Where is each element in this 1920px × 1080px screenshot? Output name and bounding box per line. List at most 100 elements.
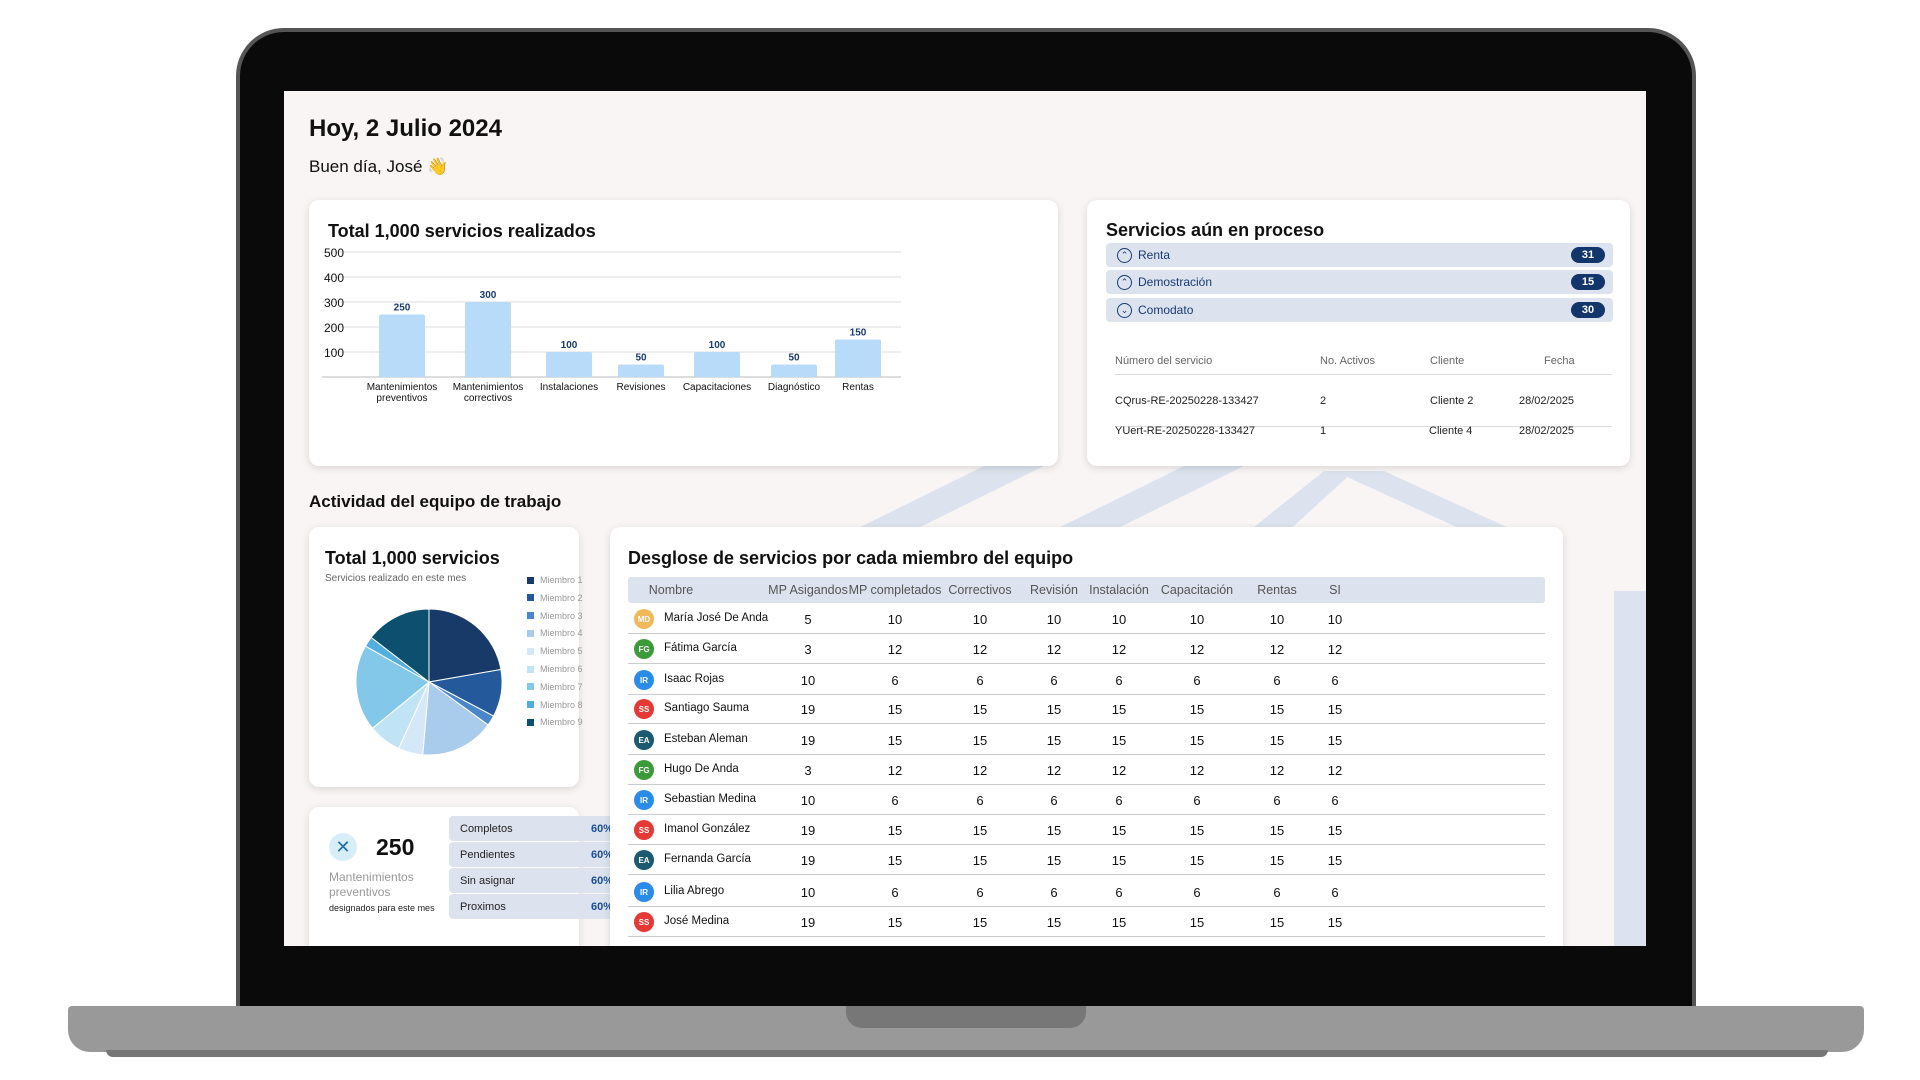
page-title: Hoy, 2 Julio 2024 — [309, 115, 502, 142]
col-header[interactable]: Capacitación — [1161, 583, 1233, 597]
table-cell: 15 — [1046, 733, 1062, 748]
table-row[interactable]: SS Santiago Sauma 19 15 15 15 15 15 15 15 — [628, 694, 1545, 724]
maintenance-stats-card: ✕ 250 Mantenimientos preventivos designa… — [309, 807, 625, 946]
col-header[interactable]: Nombre — [649, 583, 693, 597]
count-badge: 30 — [1571, 302, 1605, 318]
table-cell: 6 — [891, 885, 899, 900]
services-bar-chart: 100200300400500250Mantenimientospreventi… — [322, 246, 901, 404]
table-cell: 15 — [1046, 823, 1062, 838]
table-cell: 5 — [804, 612, 812, 627]
bar[interactable] — [379, 314, 425, 378]
table-cell: 15 — [887, 823, 903, 838]
process-category-2[interactable]: ⌃ Demostración 15 — [1106, 270, 1613, 294]
table-row[interactable]: FG Hugo De Anda 3 12 12 12 12 12 12 12 — [628, 755, 1545, 785]
bar[interactable] — [546, 352, 592, 377]
table-row[interactable]: IR Lilia Abrego 10 6 6 6 6 6 6 6 — [628, 877, 1545, 907]
process-col-number: Número del servicio — [1115, 355, 1213, 367]
table-cell: 15 — [1269, 915, 1285, 930]
table-cell: 15 — [1327, 915, 1343, 930]
table-cell: 15 — [972, 733, 988, 748]
col-header[interactable]: Instalación — [1089, 583, 1149, 597]
legend-swatch — [527, 576, 534, 584]
table-cell: 15 — [1189, 702, 1205, 717]
x-tick-label: correctivos — [464, 393, 512, 404]
table-row[interactable]: MD María José De Anda 5 10 10 10 10 10 10 10 — [628, 604, 1545, 634]
legend-item: Miembro 2 — [527, 593, 583, 603]
service-date: 28/02/2025 — [1519, 395, 1575, 407]
status-pill[interactable]: Completos 60% — [449, 816, 625, 841]
y-tick-label: 400 — [324, 271, 344, 285]
stat-label: Mantenimientos preventivos — [329, 870, 414, 899]
table-cell: 6 — [891, 793, 899, 808]
table-cell: 15 — [1327, 702, 1343, 717]
table-row[interactable]: EA Esteban Aleman 19 15 15 15 15 15 15 15 — [628, 725, 1545, 755]
table-cell: 6 — [1050, 793, 1058, 808]
avatar: SS — [634, 699, 654, 719]
table-row[interactable]: IR Isaac Rojas 10 6 6 6 6 6 6 6 — [628, 665, 1545, 695]
table-row[interactable]: SS José Medina 19 15 15 15 15 15 15 15 — [628, 907, 1545, 937]
table-cell: 15 — [1046, 915, 1062, 930]
table-cell: 15 — [1269, 853, 1285, 868]
bar[interactable] — [465, 302, 511, 377]
table-cell: 15 — [887, 853, 903, 868]
table-cell: 12 — [887, 763, 903, 778]
table-cell: 15 — [1327, 853, 1343, 868]
table-cell: 12 — [1046, 642, 1062, 657]
table-cell: 15 — [972, 853, 988, 868]
client-name: Cliente 4 — [1429, 425, 1473, 437]
client-name: Cliente 2 — [1430, 395, 1474, 407]
status-pill[interactable]: Sin asignar 60% — [449, 868, 625, 893]
avatar: SS — [634, 912, 654, 932]
process-category-3[interactable]: ⌄ Comodato 30 — [1106, 298, 1613, 322]
bar[interactable] — [694, 352, 740, 377]
legend-item: Miembro 5 — [527, 646, 583, 656]
chevron-icon[interactable]: ⌃ — [1117, 247, 1132, 263]
x-tick-label: Diagnóstico — [768, 382, 821, 393]
col-header[interactable]: Revisión — [1030, 583, 1078, 597]
process-category-1[interactable]: ⌃ Renta 31 — [1106, 243, 1613, 267]
table-cell: 10 — [800, 673, 816, 688]
table-cell: 15 — [1111, 853, 1127, 868]
tools-icon: ✕ — [329, 833, 357, 861]
pill-label: Sin asignar — [460, 874, 516, 887]
legend-swatch — [527, 683, 534, 691]
status-pill[interactable]: Proximos 60% — [449, 894, 625, 919]
member-name: Lilia Abrego — [664, 885, 725, 897]
bar[interactable] — [618, 364, 664, 378]
table-cell: 12 — [1189, 642, 1205, 657]
table-cell: 15 — [1189, 915, 1205, 930]
bar-data-label: 300 — [480, 290, 497, 301]
col-header[interactable]: MP Asigandos — [768, 583, 848, 597]
y-tick-label: 100 — [324, 346, 344, 360]
col-header[interactable]: Rentas — [1257, 583, 1297, 597]
table-cell: 12 — [1111, 763, 1127, 778]
table-row[interactable]: EA Fernanda García 19 15 15 15 15 15 15 15 — [628, 845, 1545, 875]
process-category-label: Demostración — [1138, 275, 1213, 289]
chevron-icon[interactable]: ⌃ — [1117, 274, 1132, 290]
table-row[interactable]: FG Fátima García 3 12 12 12 12 12 12 12 — [628, 634, 1545, 664]
bar[interactable] — [835, 339, 881, 378]
bar[interactable] — [771, 364, 817, 378]
y-tick-label: 500 — [324, 246, 344, 260]
table-cell: 19 — [800, 823, 816, 838]
x-tick-label: preventivos — [376, 393, 427, 404]
table-cell: 6 — [1115, 793, 1123, 808]
table-cell: 15 — [972, 702, 988, 717]
member-name: Sebastian Medina — [664, 793, 757, 805]
table-cell: 12 — [1269, 763, 1285, 778]
stat-number: 250 — [376, 834, 415, 860]
col-header[interactable]: SI — [1329, 583, 1341, 597]
services-bar-card: Total 1,000 servicios realizados 100 200 3… — [309, 200, 1058, 466]
chevron-icon[interactable]: ⌄ — [1117, 302, 1132, 318]
table-row[interactable]: SS Imanol González 19 15 15 15 15 15 15 15 — [628, 815, 1545, 845]
table-row[interactable]: IR Sebastian Medina 10 6 6 6 6 6 6 6 — [628, 785, 1545, 815]
process-card: Servicios aún en proceso ⌃ Renta 31 ⌃ Demost… — [1087, 200, 1630, 466]
table-cell: 3 — [804, 642, 812, 657]
legend-label: Miembro 1 — [540, 575, 583, 585]
table-cell: 12 — [972, 642, 988, 657]
table-cell: 10 — [1046, 612, 1062, 627]
status-pill[interactable]: Pendientes 60% — [449, 842, 625, 867]
avatar: EA — [634, 730, 654, 750]
col-header[interactable]: MP completados — [849, 583, 942, 597]
col-header[interactable]: Correctivos — [948, 583, 1011, 597]
